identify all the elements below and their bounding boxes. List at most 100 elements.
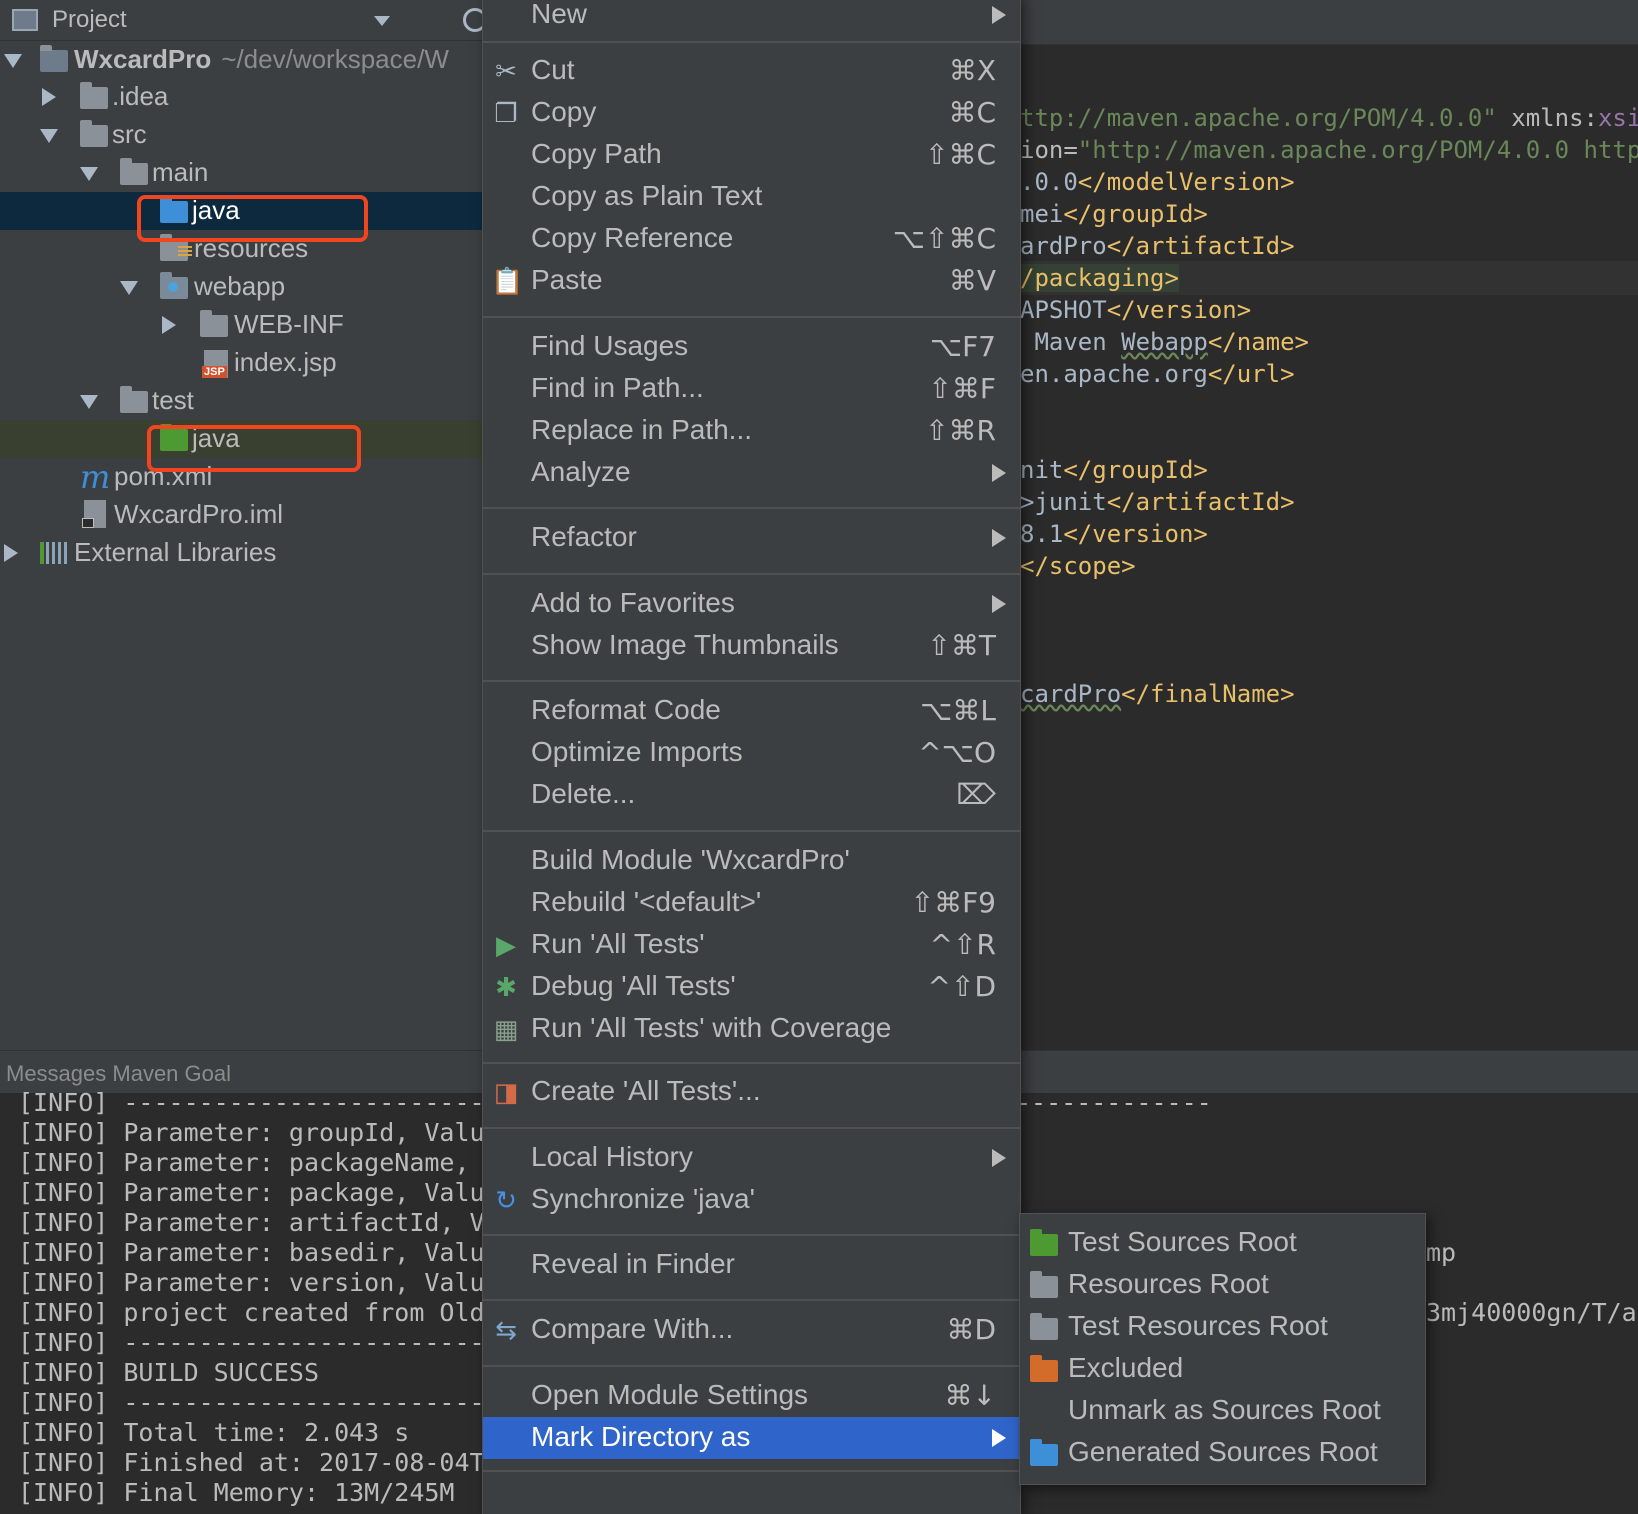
root-path: ~/dev/workspace/W — [221, 44, 449, 74]
project-tree: WxcardPro ~/dev/workspace/W .idea src mai… — [0, 41, 485, 1051]
tree-item-main[interactable]: main — [0, 154, 485, 192]
menu-item-synchronize[interactable]: ↻ Synchronize 'java' — [483, 1179, 1020, 1221]
menu-item-copy-path[interactable]: Copy Path ⇧⌘C — [483, 134, 1020, 176]
menu-item-analyze[interactable]: Analyze — [483, 452, 1020, 494]
context-menu: New ✂ Cut ⌘X ❐ Copy ⌘C Copy Path ⇧⌘C Copy a… — [482, 0, 1021, 1514]
code-line-11: >junit</artifactId> — [1020, 488, 1295, 516]
collapse-arrow-icon[interactable] — [42, 88, 56, 106]
menu-item-refactor[interactable]: Refactor — [483, 517, 1020, 559]
console-line: [INFO] Finished at: 2017-08-04T11 — [18, 1448, 515, 1477]
menu-item-paste[interactable]: 📋 Paste ⌘V — [483, 260, 1020, 302]
menu-item-copy-plain-text[interactable]: Copy as Plain Text — [483, 176, 1020, 218]
code-line-5: ardPro</artifactId> — [1020, 232, 1295, 260]
chevron-down-icon[interactable] — [374, 16, 390, 26]
tree-item-external-libraries[interactable]: External Libraries — [0, 534, 485, 572]
collapse-arrow-icon[interactable] — [4, 544, 18, 562]
menu-item-reformat-code[interactable]: Reformat Code ⌥⌘L — [483, 690, 1020, 732]
menu-item-show-thumbnails[interactable]: Show Image Thumbnails ⇧⌘T — [483, 625, 1020, 667]
code-line-2: ion="http://maven.apache.org/POM/4.0.0 h… — [1020, 136, 1638, 164]
tree-item-src[interactable]: src — [0, 116, 485, 154]
code-line-12: 8.1</version> — [1020, 520, 1208, 548]
iml-file-icon — [82, 500, 106, 528]
menu-item-add-to-favorites[interactable]: Add to Favorites — [483, 583, 1020, 625]
menu-separator — [483, 830, 1020, 832]
console-line-right: mp — [1426, 1238, 1457, 1267]
menu-item-reveal-in-finder[interactable]: Reveal in Finder — [483, 1244, 1020, 1286]
submenu-item-test-resources-root[interactable]: Test Resources Root — [1020, 1306, 1425, 1348]
expand-arrow-icon[interactable] — [4, 54, 22, 68]
console-line: [INFO] Parameter: artifactId, Val — [18, 1208, 515, 1237]
tree-item-iml[interactable]: WxcardPro.iml — [0, 496, 485, 534]
console-line: [INFO] -------------------------- — [18, 1088, 515, 1117]
collapse-arrow-icon[interactable] — [162, 316, 176, 334]
submenu-arrow-icon — [992, 529, 1006, 547]
tree-label: index.jsp — [234, 347, 337, 377]
tree-label: main — [152, 157, 209, 187]
mark-directory-submenu: Test Sources Root Resources Root Test Re… — [1019, 1213, 1426, 1485]
menu-item-copy-reference[interactable]: Copy Reference ⌥⇧⌘C — [483, 218, 1020, 260]
menu-separator — [483, 573, 1020, 575]
menu-item-debug-all-tests[interactable]: ✱ Debug 'All Tests' ^⇧D — [483, 966, 1020, 1008]
code-line-14: cardPro</finalName> — [1020, 680, 1295, 708]
submenu-item-unmark-sources-root[interactable]: Unmark as Sources Root — [1020, 1390, 1425, 1432]
tree-item-webapp[interactable]: webapp — [0, 268, 485, 306]
console-line: [INFO] Total time: 2.043 s — [18, 1418, 410, 1447]
highlight-box-main-java — [137, 195, 368, 242]
submenu-item-excluded[interactable]: Excluded — [1020, 1348, 1425, 1390]
menu-item-cut[interactable]: ✂ Cut ⌘X — [483, 50, 1020, 92]
console-line: [INFO] Parameter: version, Value: — [18, 1268, 515, 1297]
submenu-item-generated-sources-root[interactable]: Generated Sources Root — [1020, 1432, 1425, 1474]
submenu-arrow-icon — [992, 1429, 1006, 1447]
menu-separator — [483, 41, 1020, 43]
web-folder-icon — [160, 272, 188, 299]
tree-item-index-jsp[interactable]: JSP index.jsp — [0, 344, 485, 382]
menu-item-optimize-imports[interactable]: Optimize Imports ^⌥O — [483, 732, 1020, 774]
menu-item-replace-in-path[interactable]: Replace in Path... ⇧⌘R — [483, 410, 1020, 452]
tree-item-test[interactable]: test — [0, 382, 485, 420]
project-panel-title[interactable]: Project — [52, 6, 127, 34]
expand-arrow-icon[interactable] — [80, 395, 98, 409]
menu-item-find-in-path[interactable]: Find in Path... ⇧⌘F — [483, 368, 1020, 410]
expand-arrow-icon[interactable] — [120, 281, 138, 295]
menu-item-delete[interactable]: Delete... ⌦ — [483, 774, 1020, 816]
tree-item-idea[interactable]: .idea — [0, 78, 485, 116]
menu-item-find-usages[interactable]: Find Usages ⌥F7 — [483, 326, 1020, 368]
menu-separator — [483, 507, 1020, 509]
expand-arrow-icon[interactable] — [40, 129, 58, 143]
menu-item-run-with-coverage[interactable]: ▦ Run 'All Tests' with Coverage — [483, 1008, 1020, 1050]
project-panel-header: Project — [0, 0, 487, 41]
menu-item-copy[interactable]: ❐ Copy ⌘C — [483, 92, 1020, 134]
tree-label: WEB-INF — [234, 309, 344, 339]
menu-item-build-module[interactable]: Build Module 'WxcardPro' — [483, 840, 1020, 882]
tree-label: WxcardPro.iml — [114, 499, 284, 529]
code-line-6: /packaging> — [1020, 264, 1179, 292]
project-icon — [12, 9, 38, 31]
highlight-box-test-java — [147, 425, 361, 472]
console-line: [INFO] Final Memory: 13M/245M — [18, 1478, 455, 1507]
menu-item-new[interactable]: New — [483, 0, 1020, 36]
tree-item-web-inf[interactable]: WEB-INF — [0, 306, 485, 344]
submenu-arrow-icon — [992, 6, 1006, 24]
orange-folder-icon — [1030, 1355, 1058, 1382]
tree-item-root[interactable]: WxcardPro ~/dev/workspace/W — [0, 41, 485, 79]
menu-item-compare-with[interactable]: ⇆ Compare With... ⌘D — [483, 1309, 1020, 1351]
menu-item-local-history[interactable]: Local History — [483, 1137, 1020, 1179]
code-line-9: en.apache.org</url> — [1020, 360, 1295, 388]
copy-icon: ❐ — [494, 98, 518, 128]
run-icon: ▶ — [496, 930, 516, 960]
paste-icon: 📋 — [491, 266, 524, 296]
menu-item-create-tests[interactable]: ◨ Create 'All Tests'... — [483, 1071, 1020, 1113]
expand-arrow-icon[interactable] — [80, 167, 98, 181]
menu-separator — [483, 1127, 1020, 1129]
console-line: [INFO] Parameter: package, Value: — [18, 1178, 515, 1207]
submenu-item-test-sources-root[interactable]: Test Sources Root — [1020, 1222, 1425, 1264]
menu-item-run-all-tests[interactable]: ▶ Run 'All Tests' ^⇧R — [483, 924, 1020, 966]
coverage-icon: ▦ — [493, 1014, 519, 1044]
submenu-item-resources-root[interactable]: Resources Root — [1020, 1264, 1425, 1306]
compare-icon: ⇆ — [495, 1315, 517, 1345]
console-line-right: 3mj40000gn/T/arc — [1426, 1298, 1638, 1327]
code-line-4: mei</groupId> — [1020, 200, 1208, 228]
menu-item-rebuild[interactable]: Rebuild '<default>' ⇧⌘F9 — [483, 882, 1020, 924]
menu-item-open-module-settings[interactable]: Open Module Settings ⌘↓ — [483, 1375, 1020, 1417]
menu-item-mark-directory-as[interactable]: Mark Directory as — [483, 1417, 1020, 1459]
